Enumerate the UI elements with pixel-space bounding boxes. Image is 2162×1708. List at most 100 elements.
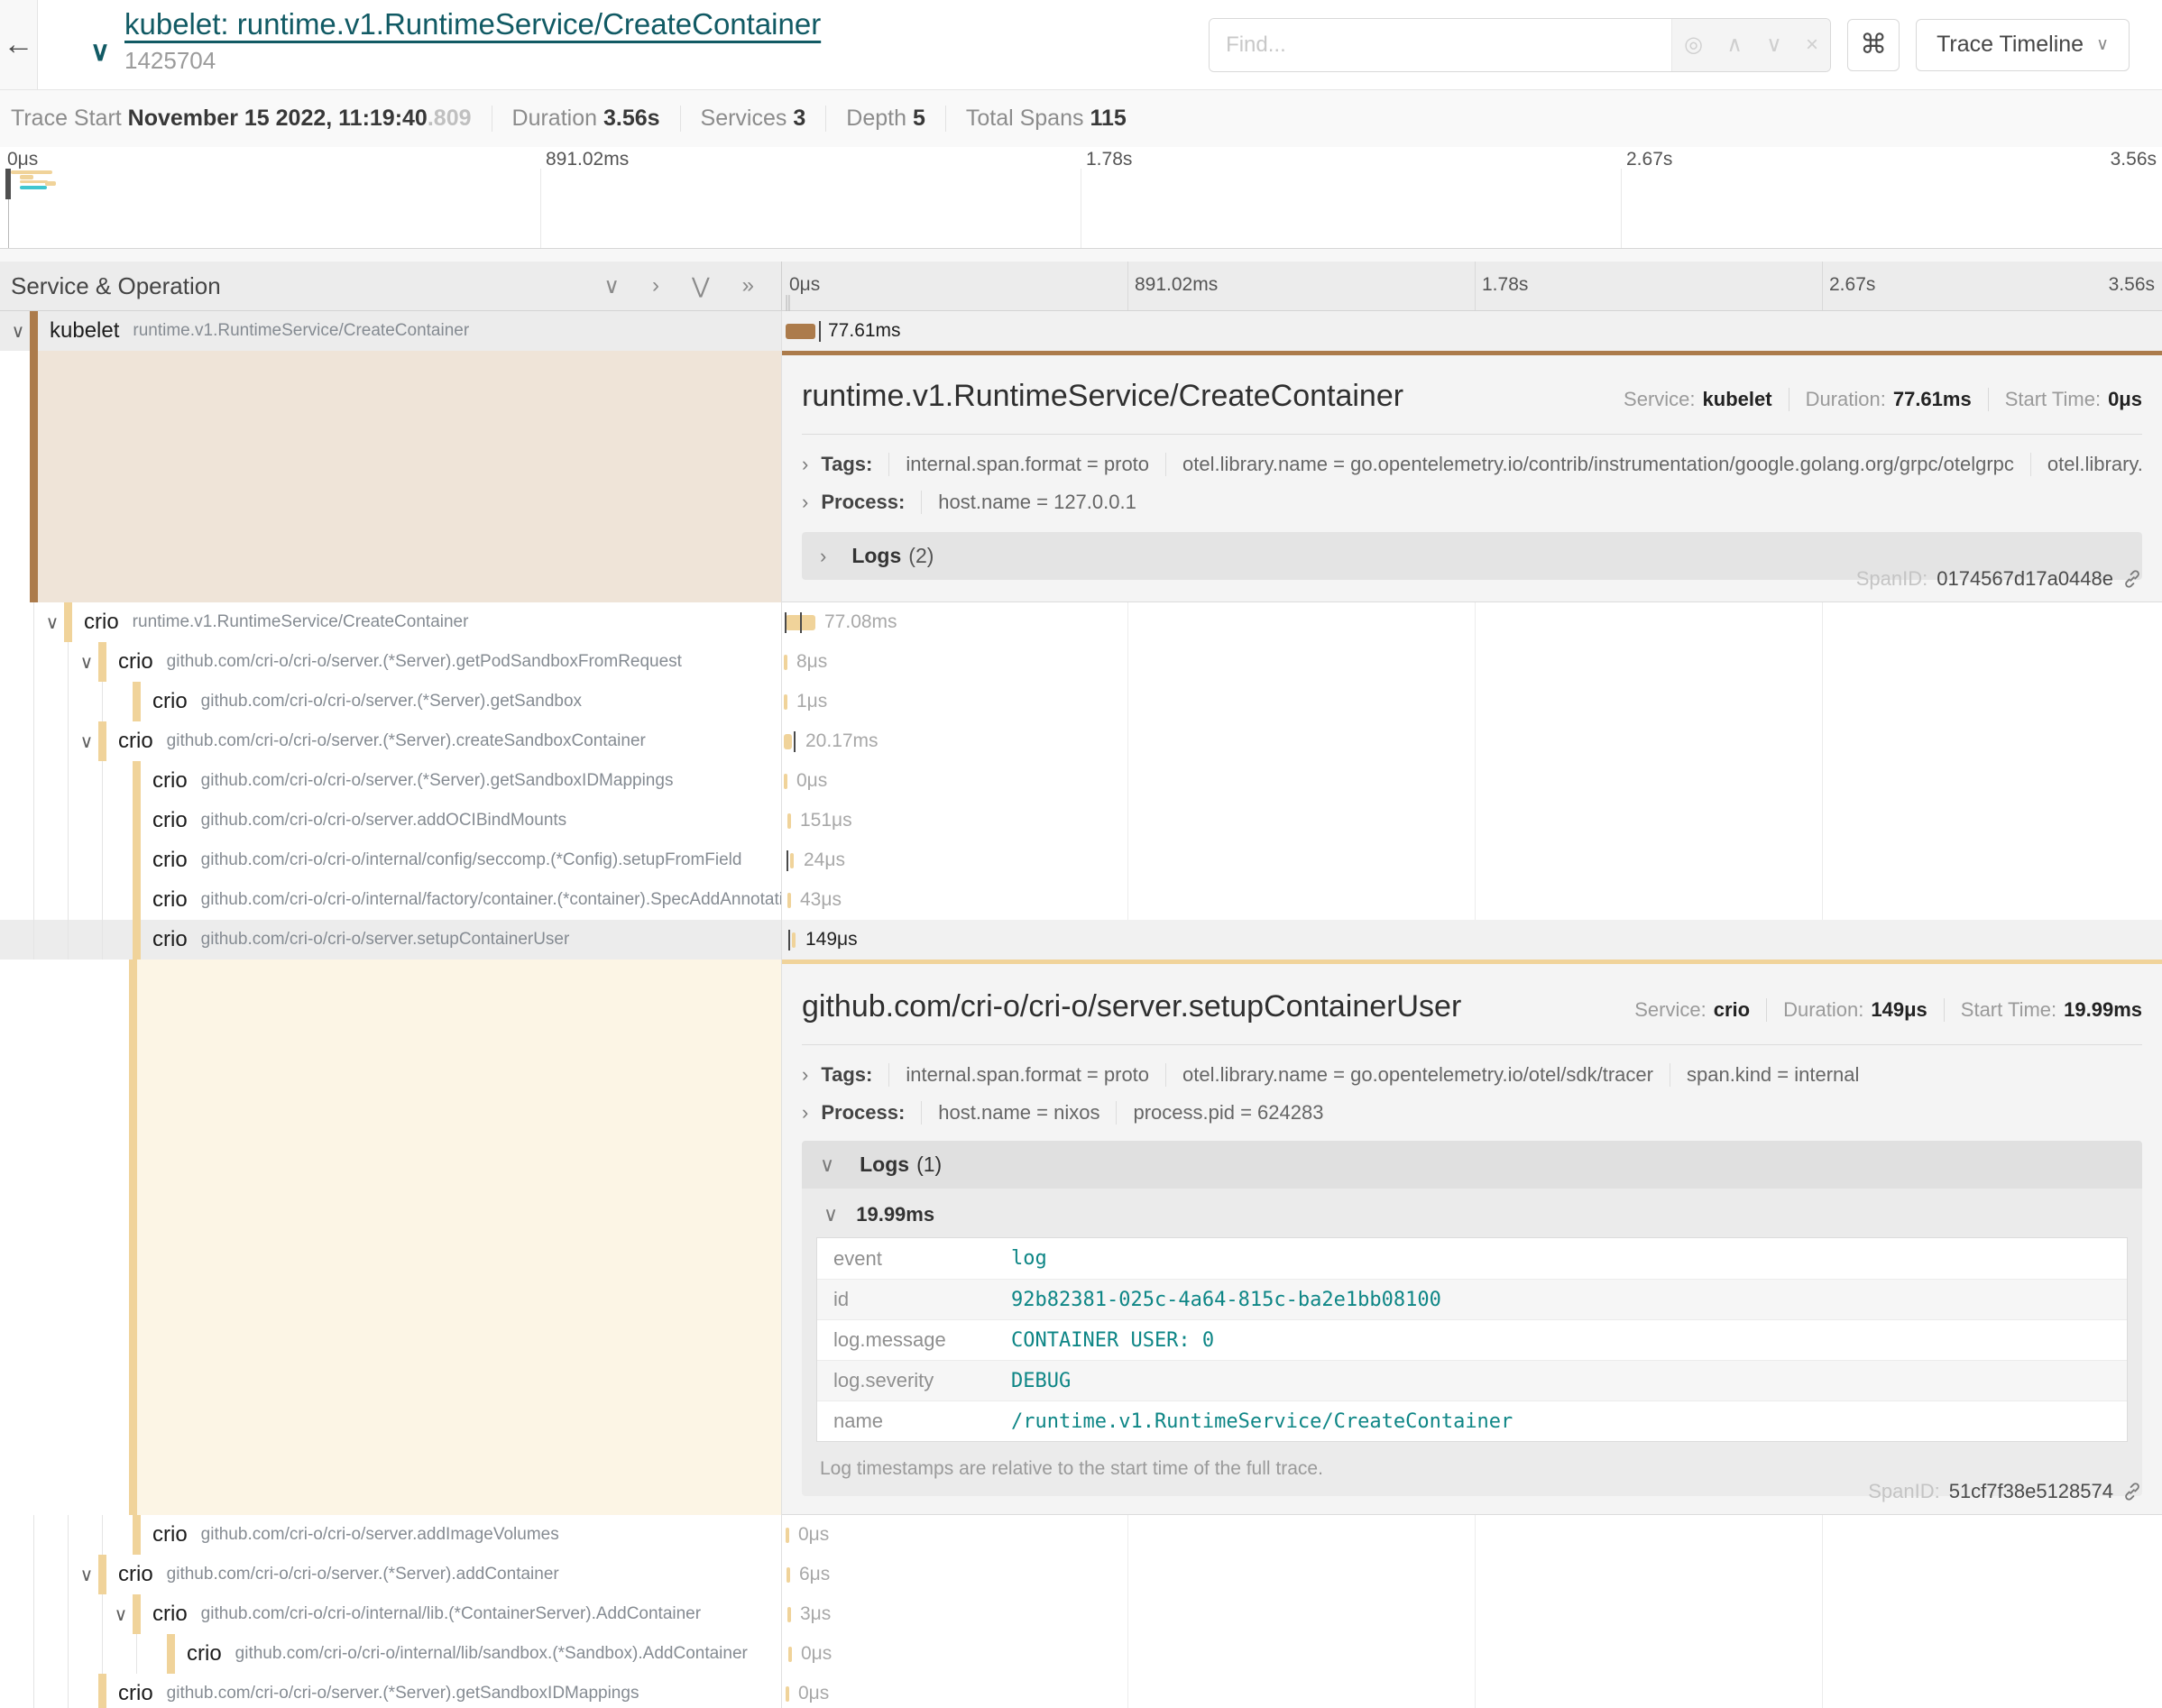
minimap-tick: 0μs [7, 149, 38, 170]
span-row[interactable]: ∨ crio github.com/cri-o/cri-o/server.(*S… [0, 721, 2162, 761]
span-bar[interactable] [786, 1528, 789, 1543]
chevron-down-icon[interactable]: ∨ [75, 651, 98, 674]
span-color-stripe [30, 351, 38, 602]
expand-all-icon[interactable]: » [742, 273, 754, 299]
span-row[interactable]: ∨ crio github.com/cri-o/cri-o/server.(*S… [0, 1674, 2162, 1708]
span-row-setupcontaineruser[interactable]: ∨ crio github.com/cri-o/cri-o/server.set… [0, 920, 2162, 960]
span-row[interactable]: ∨ crio github.com/cri-o/cri-o/server.add… [0, 1515, 2162, 1555]
chevron-down-icon[interactable]: ∨ [109, 1603, 133, 1626]
span-row[interactable]: ∨ crio github.com/cri-o/cri-o/internal/l… [0, 1634, 2162, 1674]
span-row[interactable]: ∨ crio github.com/cri-o/cri-o/internal/l… [0, 1594, 2162, 1634]
divider [1988, 388, 1989, 411]
span-duration: 151μs [800, 810, 852, 831]
span-row[interactable]: ∨ crio github.com/cri-o/cri-o/server.(*S… [0, 1555, 2162, 1594]
gridline [1822, 262, 1823, 310]
span-bar[interactable] [786, 1686, 789, 1702]
process-row[interactable]: › Process: host.name = nixos process.pid… [802, 1101, 2142, 1125]
span-duration: 0μs [796, 770, 827, 792]
minimap-canvas[interactable] [0, 169, 2162, 249]
chevron-down-icon[interactable]: ∨ [41, 611, 64, 634]
process-item: host.name = nixos [921, 1101, 1116, 1125]
tags-row[interactable]: › Tags: internal.span.format = proto ote… [802, 453, 2142, 476]
chevron-down-icon[interactable]: ∨ [75, 1564, 98, 1586]
log-field-value: CONTAINER USER: 0 [1011, 1329, 1214, 1352]
span-bar[interactable] [792, 932, 796, 948]
timeline-header: Service & Operation ∨ › ⋁ » ∥ 0μs 891.02… [0, 262, 2162, 311]
find-input[interactable] [1210, 19, 1671, 71]
process-row[interactable]: › Process: host.name = 127.0.0.1 [802, 491, 2142, 514]
logs-count: (1) [916, 1152, 942, 1176]
collapse-all-icon[interactable]: ⋁ [692, 273, 710, 299]
operation-name: github.com/cri-o/cri-o/server.setupConta… [201, 930, 570, 950]
service-name: crio [152, 1522, 188, 1547]
trace-title-link[interactable]: kubelet: runtime.v1.RuntimeService/Creat… [124, 7, 1209, 41]
timeline-tick: 2.67s [1829, 274, 1875, 296]
operation-name: github.com/cri-o/cri-o/server.addOCIBind… [201, 811, 567, 831]
tags-row[interactable]: › Tags: internal.span.format = proto ote… [802, 1063, 2142, 1087]
span-row[interactable]: ∨ crio github.com/cri-o/cri-o/internal/c… [0, 840, 2162, 880]
span-row[interactable]: ∨ crio github.com/cri-o/cri-o/internal/f… [0, 880, 2162, 920]
span-id-row: SpanID: 51cf7f38e5128574 [1868, 1480, 2142, 1503]
chevron-down-icon[interactable]: ∨ [6, 320, 30, 343]
span-bar[interactable] [787, 1567, 790, 1583]
span-duration: 77.08ms [824, 611, 897, 633]
timeline-tick: 891.02ms [1135, 274, 1218, 296]
process-item: process.pid = 624283 [1116, 1101, 1339, 1125]
span-row[interactable]: ∨ crio runtime.v1.RuntimeService/CreateC… [0, 602, 2162, 642]
collapse-one-icon[interactable]: ∨ [603, 273, 620, 299]
expand-one-icon[interactable]: › [652, 273, 659, 299]
link-icon[interactable] [2122, 569, 2142, 589]
span-timeline-cell: 77.08ms [782, 602, 2162, 642]
tree-toolbar: ∨ › ⋁ » [603, 273, 754, 299]
span-row[interactable]: ∨ crio github.com/cri-o/cri-o/server.(*S… [0, 642, 2162, 682]
collapse-header-icon[interactable]: ∨ [90, 36, 110, 68]
span-timeline-cell: 1μs [782, 682, 2162, 721]
minimap-gap [0, 249, 2162, 262]
chevron-down-icon[interactable]: ∨ [75, 730, 98, 753]
span-detail-meta: Service:kubelet Duration:77.61ms Start T… [1624, 388, 2142, 411]
span-bar[interactable] [790, 853, 794, 868]
timeline-tick: 3.56s [2109, 274, 2155, 296]
minimap-tick: 1.78s [1086, 149, 1132, 170]
detail-tint-fill [38, 351, 781, 602]
span-color-bar [133, 1594, 141, 1634]
span-row[interactable]: ∨ crio github.com/cri-o/cri-o/server.(*S… [0, 682, 2162, 721]
logs-toggle[interactable]: ∨Logs(1) [802, 1141, 2142, 1189]
detail-tint-fill [137, 960, 781, 1515]
span-row[interactable]: ∨ crio github.com/cri-o/cri-o/server.(*S… [0, 761, 2162, 801]
tag-item: otel.library.v… [2030, 453, 2142, 476]
header: ← ∨ kubelet: runtime.v1.RuntimeService/C… [0, 0, 2162, 90]
operation-name: runtime.v1.RuntimeService/CreateContaine… [133, 612, 469, 632]
back-button[interactable]: ← [0, 0, 38, 89]
span-row-kubelet-createcontainer[interactable]: ∨ kubelet runtime.v1.RuntimeService/Crea… [0, 311, 2162, 351]
table-row: event log [817, 1238, 2127, 1279]
span-bar[interactable] [786, 324, 815, 339]
chevron-right-icon: › [802, 491, 808, 514]
service-name: crio [118, 1562, 153, 1587]
minimap-tick-labels: 0μs 891.02ms 1.78s 2.67s 3.56s [0, 147, 2162, 169]
span-bar[interactable] [784, 655, 787, 670]
log-entry-toggle[interactable]: ∨ 19.99ms [802, 1189, 2142, 1237]
span-timeline-cell: 0μs [782, 1674, 2162, 1708]
span-bar[interactable] [784, 734, 792, 749]
prev-match-icon[interactable]: ∧ [1726, 32, 1743, 58]
span-bar[interactable] [784, 774, 787, 789]
span-bar[interactable] [788, 1647, 792, 1662]
gridline [1475, 262, 1476, 310]
clear-find-icon[interactable]: × [1806, 32, 1818, 58]
minimap-span [45, 181, 56, 186]
span-detail-title: github.com/cri-o/cri-o/server.setupConta… [802, 989, 1634, 1024]
span-bar[interactable] [784, 694, 787, 710]
span-bar[interactable] [787, 1607, 791, 1622]
locate-icon[interactable]: ◎ [1684, 32, 1703, 58]
span-row[interactable]: ∨ crio github.com/cri-o/cri-o/server.add… [0, 801, 2162, 840]
span-bar[interactable] [787, 813, 791, 829]
span-detail-content: github.com/cri-o/cri-o/server.setupConta… [782, 960, 2162, 1515]
span-timeline-cell: 149μs [782, 920, 2162, 960]
keyboard-shortcuts-button[interactable]: ⌘ [1847, 19, 1900, 71]
span-bar[interactable] [787, 893, 791, 908]
next-match-icon[interactable]: ∨ [1766, 32, 1782, 58]
minimap-drag-handle[interactable] [5, 169, 11, 199]
trace-view-select[interactable]: Trace Timeline ∨ [1916, 19, 2130, 71]
link-icon[interactable] [2122, 1482, 2142, 1501]
